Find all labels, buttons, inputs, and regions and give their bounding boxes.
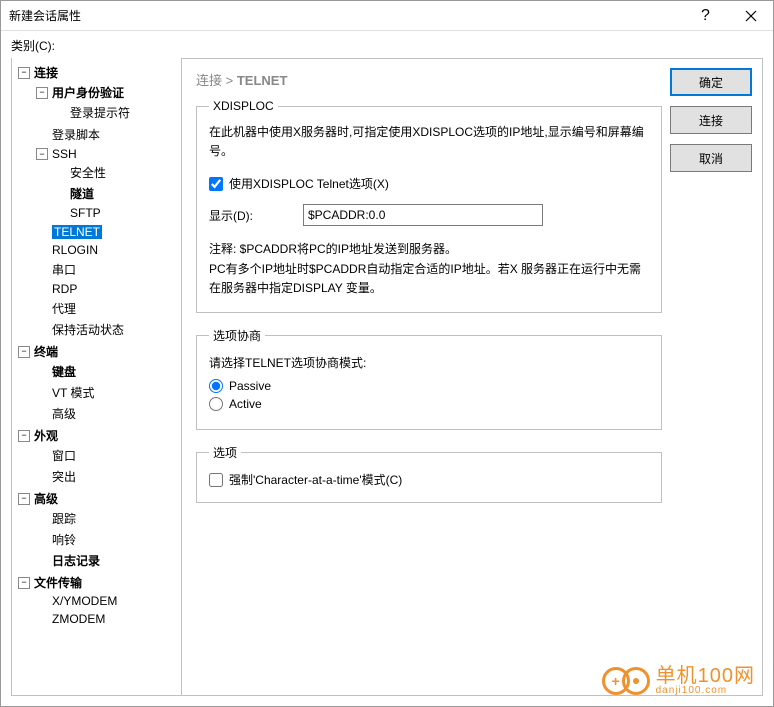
display-label: 显示(D):: [209, 207, 297, 224]
tree-xymodem[interactable]: X/YMODEM: [52, 594, 117, 608]
tree-serial[interactable]: 串口: [52, 261, 76, 278]
tree-advanced-t[interactable]: 高级: [52, 405, 76, 422]
cancel-button[interactable]: 取消: [670, 144, 752, 172]
tree-vtmode[interactable]: VT 模式: [52, 384, 94, 401]
tree-trace[interactable]: 跟踪: [52, 510, 76, 527]
tree-advanced[interactable]: 高级: [34, 490, 58, 507]
category-tree[interactable]: −连接 −用户身份验证 登录提示符 登录脚本 −SSH 安全性 隧道 SFTP: [12, 58, 182, 695]
tree-bell[interactable]: 响铃: [52, 531, 76, 548]
tree-zmodem[interactable]: ZMODEM: [52, 612, 105, 626]
xdisploc-legend: XDISPLOC: [209, 99, 278, 113]
watermark-icon: +: [602, 667, 630, 695]
xdisploc-note1: 注释: $PCADDR将PC的IP地址发送到服务器。: [209, 240, 649, 259]
tree-login-prompt[interactable]: 登录提示符: [70, 104, 130, 121]
tree-rdp[interactable]: RDP: [52, 282, 77, 296]
tree-login-script[interactable]: 登录脚本: [52, 126, 100, 143]
tree-keyboard[interactable]: 键盘: [52, 363, 76, 380]
category-label: 类别(C):: [11, 37, 763, 54]
tree-filetransfer[interactable]: 文件传输: [34, 574, 82, 591]
force-char-checkbox[interactable]: [209, 473, 223, 487]
negotiation-legend: 选项协商: [209, 327, 265, 344]
expander-icon[interactable]: −: [36, 87, 48, 99]
tree-keepalive[interactable]: 保持活动状态: [52, 321, 124, 338]
close-icon: [745, 10, 757, 22]
tree-security[interactable]: 安全性: [70, 164, 106, 181]
close-button[interactable]: [728, 1, 773, 30]
xdisploc-checkbox[interactable]: [209, 177, 223, 191]
active-label[interactable]: Active: [229, 397, 262, 411]
display-input[interactable]: [303, 204, 543, 226]
ok-button[interactable]: 确定: [670, 68, 752, 96]
tree-terminal[interactable]: 终端: [34, 343, 58, 360]
tree-connection[interactable]: 连接: [34, 64, 58, 81]
tree-window[interactable]: 窗口: [52, 447, 76, 464]
tree-proxy[interactable]: 代理: [52, 300, 76, 317]
tree-tunnel[interactable]: 隧道: [70, 185, 94, 202]
xdisploc-checkbox-label[interactable]: 使用XDISPLOC Telnet选项(X): [229, 175, 389, 192]
watermark: + 单机100网 danji100.com: [602, 666, 755, 696]
tree-auth[interactable]: 用户身份验证: [52, 84, 124, 101]
expander-icon[interactable]: −: [18, 430, 30, 442]
passive-radio[interactable]: [209, 379, 223, 393]
tree-ssh[interactable]: SSH: [52, 147, 77, 161]
options-group: 选项 强制'Character-at-a-time'模式(C): [196, 444, 662, 503]
active-radio[interactable]: [209, 397, 223, 411]
tree-sftp[interactable]: SFTP: [70, 206, 101, 220]
expander-icon[interactable]: −: [36, 148, 48, 160]
tree-highlight[interactable]: 突出: [52, 468, 76, 485]
tree-rlogin[interactable]: RLOGIN: [52, 243, 98, 257]
expander-icon[interactable]: −: [18, 346, 30, 358]
breadcrumb: 连接 > TELNET: [196, 66, 662, 99]
help-button[interactable]: ?: [683, 1, 728, 30]
window-title: 新建会话属性: [9, 7, 683, 24]
tree-appearance[interactable]: 外观: [34, 427, 58, 444]
expander-icon[interactable]: −: [18, 577, 30, 589]
passive-label[interactable]: Passive: [229, 379, 271, 393]
tree-logging[interactable]: 日志记录: [52, 552, 100, 569]
negotiation-group: 选项协商 请选择TELNET选项协商模式: Passive Active: [196, 327, 662, 430]
expander-icon[interactable]: −: [18, 493, 30, 505]
negotiation-prompt: 请选择TELNET选项协商模式:: [209, 354, 649, 373]
watermark-text: 单机100网: [656, 666, 755, 686]
xdisploc-desc: 在此机器中使用X服务器时,可指定使用XDISPLOC选项的IP地址,显示编号和屏…: [209, 123, 649, 161]
xdisploc-note2: PC有多个IP地址时$PCADDR自动指定合适的IP地址。若X 服务器正在运行中…: [209, 260, 649, 298]
connect-button[interactable]: 连接: [670, 106, 752, 134]
options-legend: 选项: [209, 444, 241, 461]
watermark-url: danji100.com: [656, 686, 755, 696]
force-char-label[interactable]: 强制'Character-at-a-time'模式(C): [229, 471, 402, 488]
titlebar: 新建会话属性 ?: [1, 1, 773, 31]
xdisploc-group: XDISPLOC 在此机器中使用X服务器时,可指定使用XDISPLOC选项的IP…: [196, 99, 662, 313]
expander-icon[interactable]: −: [18, 67, 30, 79]
tree-telnet[interactable]: TELNET: [52, 225, 102, 239]
